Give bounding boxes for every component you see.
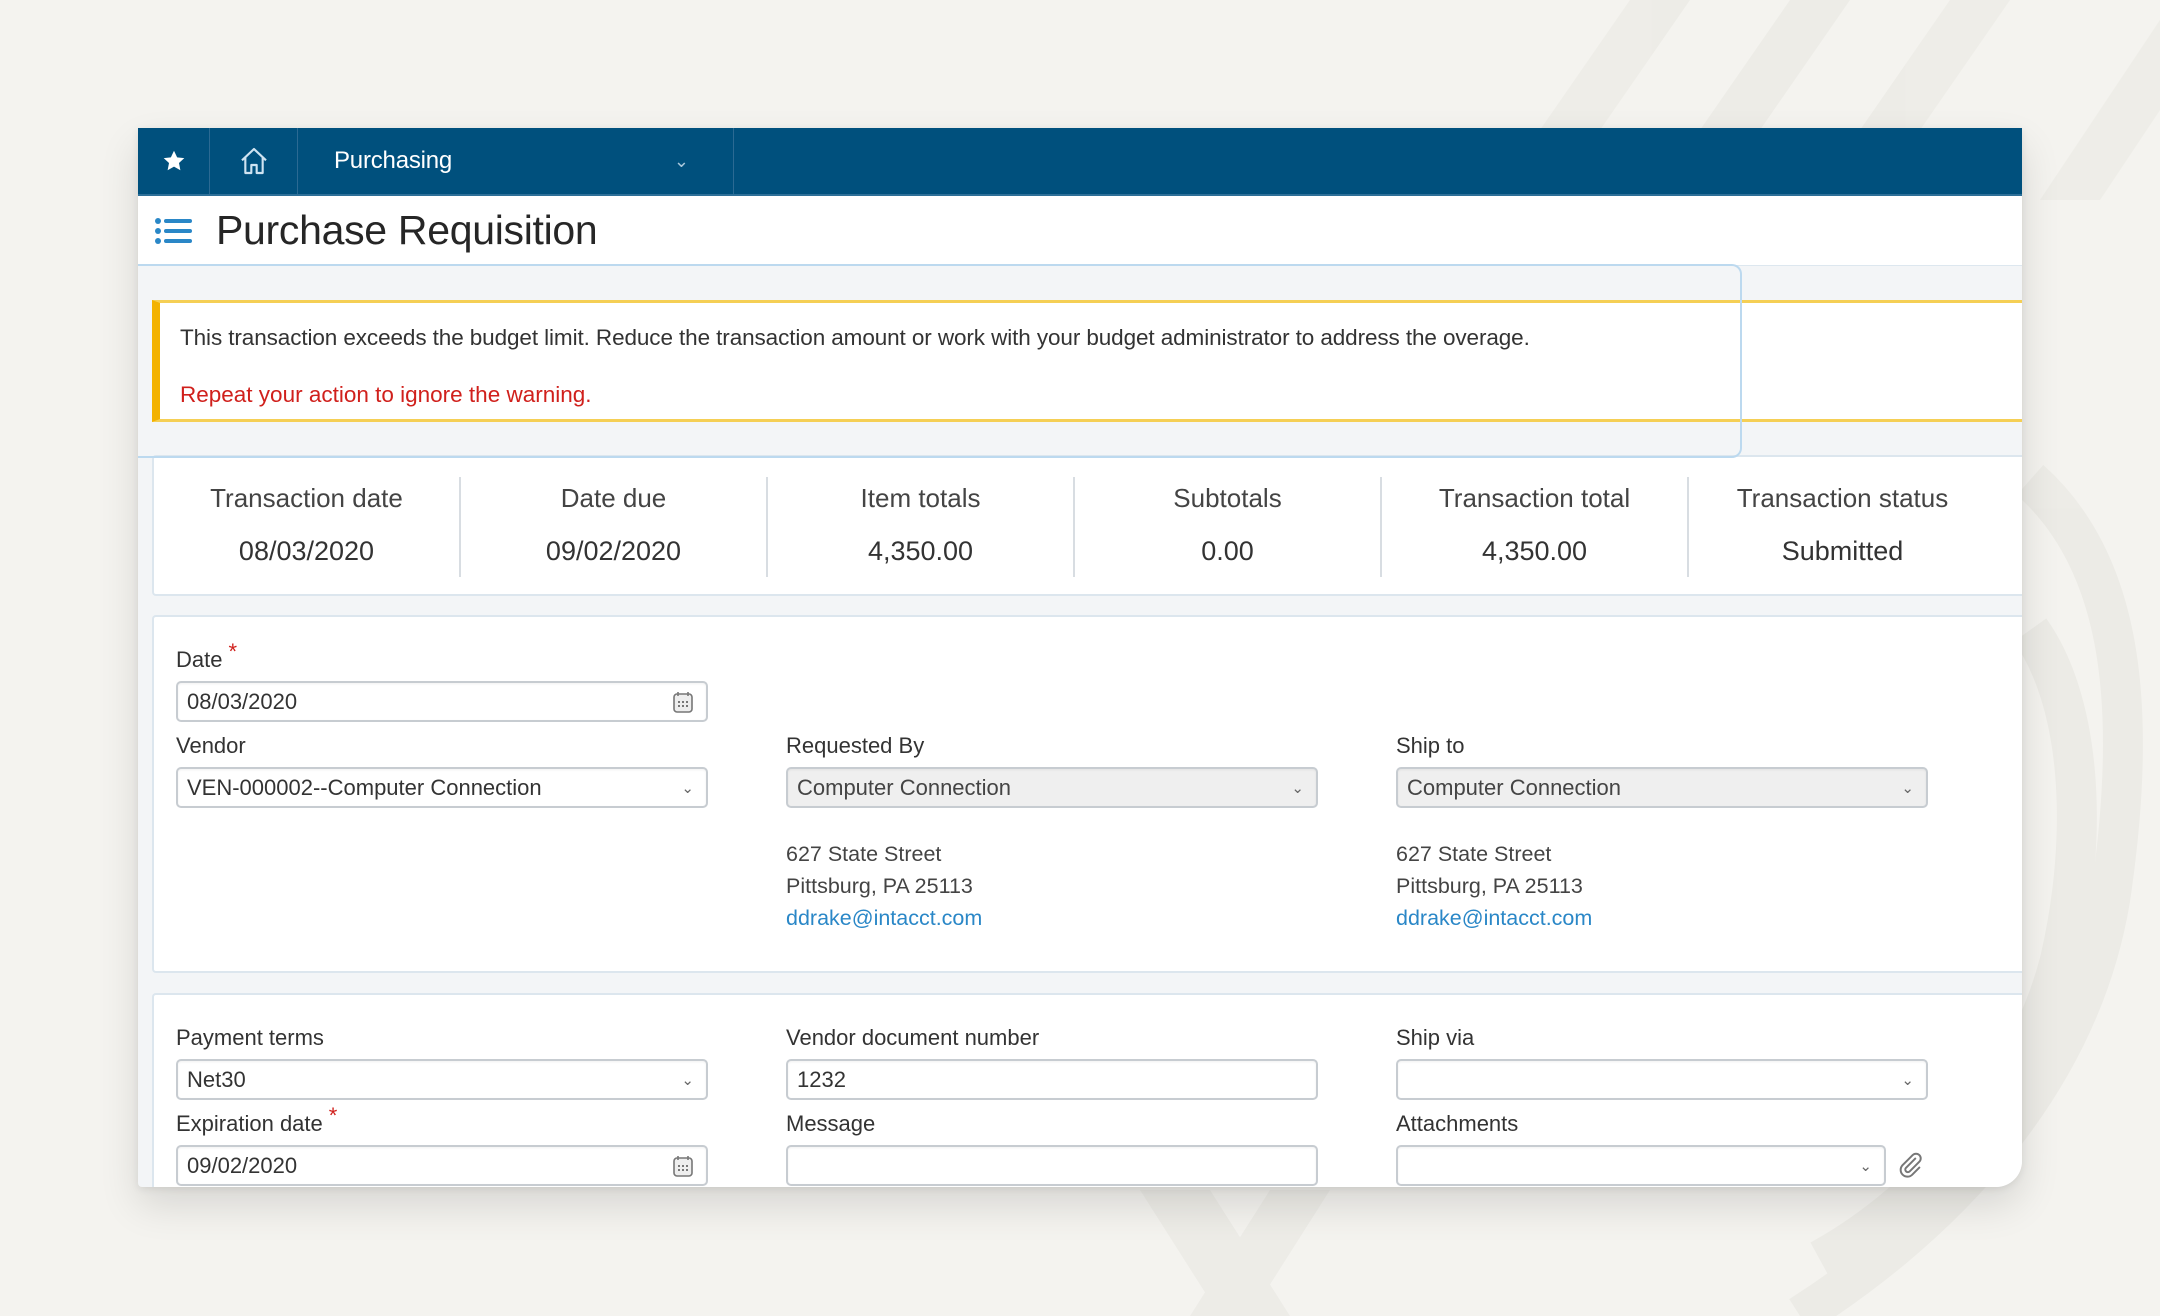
transaction-summary: Transaction date 08/03/2020 Date due 09/… — [152, 455, 2022, 596]
list-menu-icon[interactable] — [154, 214, 194, 248]
page-title: Purchase Requisition — [216, 207, 598, 253]
ship-to-field: Ship to Computer Connection ⌄ — [1396, 733, 1928, 808]
vendor-select[interactable]: VEN-000002--Computer Connection ⌄ — [176, 767, 708, 808]
summary-value: 08/03/2020 — [238, 536, 375, 566]
summary-value: 4,350.00 — [1481, 536, 1588, 566]
email-link[interactable]: ddrake@intacct.com — [1396, 902, 1592, 934]
summary-label: Item totals — [860, 483, 981, 513]
home-icon — [240, 147, 267, 175]
requested-by-address: 627 State Street Pittsburg, PA 25113 ddr… — [786, 838, 982, 934]
vendor-field: Vendor VEN-000002--Computer Connection ⌄ — [176, 733, 708, 808]
attachments-field: Attachments ⌄ — [1396, 1111, 1956, 1186]
summary-value: 09/02/2020 — [545, 536, 682, 566]
favorites-button[interactable] — [138, 128, 210, 194]
warning-message: This transaction exceeds the budget limi… — [180, 325, 1530, 350]
expiration-date-field: Expiration date * 09/02/2020 — [176, 1103, 708, 1186]
summary-subtotals: Subtotals 0.00 — [1075, 477, 1382, 577]
date-label: Date — [176, 647, 223, 672]
vendor-doc-number-input[interactable]: 1232 — [786, 1059, 1318, 1100]
requested-by-value: Computer Connection — [797, 774, 1012, 800]
attachments-select[interactable]: ⌄ — [1396, 1145, 1886, 1186]
payment-terms-field: Payment terms Net30 ⌄ — [176, 1025, 708, 1100]
summary-value: 4,350.00 — [867, 536, 974, 566]
ship-to-label: Ship to — [1396, 733, 1465, 758]
calendar-icon[interactable] — [672, 690, 694, 714]
ship-via-select[interactable]: ⌄ — [1396, 1059, 1928, 1100]
ship-via-field: Ship via ⌄ — [1396, 1025, 1928, 1100]
app-window: Purchasing ⌄ Purchase Requisition This t… — [138, 128, 2022, 1187]
home-button[interactable] — [210, 128, 298, 194]
chevron-down-icon: ⌄ — [681, 779, 694, 797]
summary-label: Transaction total — [1438, 483, 1631, 513]
date-field: Date * 08/03/2020 — [176, 639, 708, 722]
vendor-doc-number-label: Vendor document number — [786, 1025, 1040, 1050]
summary-label: Transaction date — [210, 483, 403, 513]
summary-transaction-total: Transaction total 4,350.00 — [1382, 477, 1689, 577]
ship-to-value: Computer Connection — [1407, 774, 1622, 800]
requested-by-field: Requested By Computer Connection ⌄ — [786, 733, 1318, 808]
payment-terms-select[interactable]: Net30 ⌄ — [176, 1059, 708, 1100]
address-line2: Pittsburg, PA 25113 — [786, 874, 973, 898]
chevron-down-icon: ⌄ — [1859, 1157, 1872, 1175]
ship-to-select[interactable]: Computer Connection ⌄ — [1396, 767, 1928, 808]
ship-via-label: Ship via — [1396, 1025, 1475, 1050]
chevron-down-icon: ⌄ — [1901, 779, 1914, 797]
expiration-date-value: 09/02/2020 — [187, 1152, 298, 1178]
top-nav: Purchasing ⌄ — [138, 128, 2022, 196]
payment-terms-value: Net30 — [187, 1066, 246, 1092]
calendar-icon[interactable] — [672, 1154, 694, 1178]
vendor-doc-number-value: 1232 — [797, 1066, 846, 1092]
vendor-value: VEN-000002--Computer Connection — [187, 774, 542, 800]
paperclip-icon[interactable] — [1896, 1150, 1924, 1180]
chevron-down-icon: ⌄ — [681, 1071, 694, 1089]
header-fields-panel: Date * 08/03/2020 Vendor VEN-000002--Comp… — [152, 615, 2022, 973]
requested-by-select[interactable]: Computer Connection ⌄ — [786, 767, 1318, 808]
attachments-label: Attachments — [1396, 1111, 1519, 1136]
message-input[interactable] — [786, 1145, 1318, 1186]
required-marker: * — [228, 639, 238, 664]
chevron-down-icon: ⌄ — [673, 150, 689, 171]
address-line2: Pittsburg, PA 25113 — [1396, 874, 1583, 898]
summary-label: Transaction status — [1736, 483, 1949, 513]
warning-hint: Repeat your action to ignore the warning… — [180, 382, 592, 407]
message-label: Message — [786, 1111, 876, 1136]
address-line1: 627 State Street — [1396, 842, 1552, 866]
summary-transaction-date: Transaction date 08/03/2020 — [154, 477, 461, 577]
page-header: Purchase Requisition — [138, 196, 2022, 266]
summary-value: Submitted — [1781, 536, 1904, 566]
expiration-date-label: Expiration date — [176, 1111, 323, 1136]
chevron-down-icon: ⌄ — [1291, 779, 1304, 797]
vendor-doc-number-field: Vendor document number 1232 — [786, 1025, 1318, 1100]
summary-transaction-status: Transaction status Submitted — [1689, 477, 1996, 577]
date-input[interactable]: 08/03/2020 — [176, 681, 708, 722]
email-link[interactable]: ddrake@intacct.com — [786, 902, 982, 934]
summary-label: Subtotals — [1173, 483, 1282, 513]
requested-by-label: Requested By — [786, 733, 925, 758]
summary-item-totals: Item totals 4,350.00 — [768, 477, 1075, 577]
module-dropdown[interactable]: Purchasing ⌄ — [298, 128, 734, 194]
vendor-label: Vendor — [176, 733, 246, 758]
summary-label: Date due — [560, 483, 667, 513]
message-field: Message — [786, 1111, 1318, 1186]
summary-date-due: Date due 09/02/2020 — [461, 477, 768, 577]
payment-terms-label: Payment terms — [176, 1025, 324, 1050]
ship-to-address: 627 State Street Pittsburg, PA 25113 ddr… — [1396, 838, 1592, 934]
detail-fields-panel: Payment terms Net30 ⌄ Vendor document nu… — [152, 993, 2022, 1187]
summary-value: 0.00 — [1201, 536, 1254, 566]
required-marker: * — [328, 1103, 338, 1128]
module-label: Purchasing — [334, 147, 453, 174]
date-value: 08/03/2020 — [187, 688, 298, 714]
expiration-date-input[interactable]: 09/02/2020 — [176, 1145, 708, 1186]
budget-warning-banner: This transaction exceeds the budget limi… — [152, 300, 2022, 422]
chevron-down-icon: ⌄ — [1901, 1071, 1914, 1089]
address-line1: 627 State Street — [786, 842, 942, 866]
star-icon — [163, 150, 184, 171]
